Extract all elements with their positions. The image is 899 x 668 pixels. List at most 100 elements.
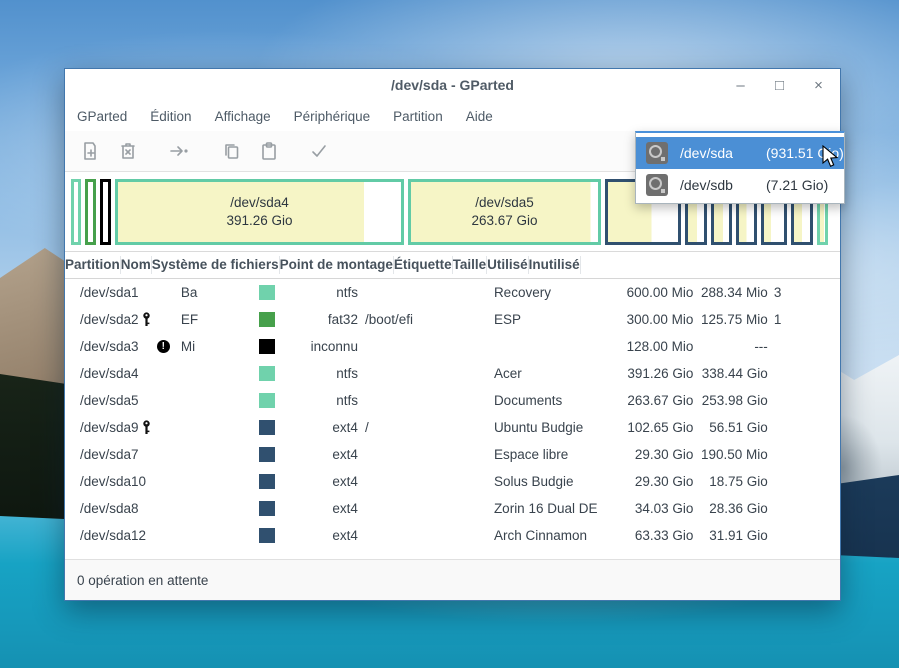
partition-used: 31.91 Gio: [693, 528, 767, 543]
table-row[interactable]: /dev/sda2 ! EF fat32: [65, 306, 840, 333]
column-header: Partition: [65, 256, 121, 274]
device-path: /dev/sdb: [680, 177, 766, 193]
menu-item[interactable]: GParted: [77, 109, 127, 124]
filesystem-type: fat32: [219, 312, 361, 327]
filesystem-type: inconnu: [219, 339, 361, 354]
partition-unused: 1: [768, 312, 840, 327]
partition-unused: 3: [768, 285, 840, 300]
partition-used: 190.50 Mio: [693, 447, 767, 462]
partition-used: 253.98 Gio: [693, 393, 767, 408]
table-row[interactable]: /dev/sda7 ! ext4: [65, 441, 840, 468]
disk-segment[interactable]: [100, 179, 111, 245]
column-header: Inutilisé: [529, 256, 581, 274]
column-header: Taille: [453, 256, 488, 274]
disk-segment[interactable]: [71, 179, 81, 245]
filesystem-type: ntfs: [219, 366, 361, 381]
device-item[interactable]: /dev/sdb (7.21 Gio): [636, 169, 844, 201]
filesystem-color-swatch: [259, 420, 275, 435]
mouse-cursor: [822, 145, 840, 174]
filesystem-type: ext4: [219, 474, 361, 489]
copy-icon[interactable]: [220, 139, 244, 163]
partition-name: /dev/sda2: [80, 312, 139, 327]
menu-item[interactable]: Périphérique: [294, 109, 371, 124]
partition-used: 28.36 Gio: [693, 501, 767, 516]
mount-point: /boot/efi: [361, 312, 490, 327]
partition-name: /dev/sda1: [80, 285, 139, 300]
delete-partition-icon[interactable]: [116, 139, 140, 163]
filesystem-color-swatch: [259, 447, 275, 462]
titlebar[interactable]: /dev/sda - GParted – □ ×: [65, 69, 840, 101]
filesystem-type: ext4: [219, 501, 361, 516]
partition-size: 29.30 Gio: [615, 474, 693, 489]
partition-size: 128.00 Mio: [615, 339, 693, 354]
warning-icon: !: [156, 339, 171, 354]
partition-label: Ubuntu Budgie: [490, 420, 615, 435]
partition-name: /dev/sda8: [80, 501, 139, 516]
mounted-key-icon: [139, 312, 154, 327]
filesystem-color-swatch: [259, 501, 275, 516]
close-button[interactable]: ×: [811, 78, 826, 93]
table-header: Partition Nom Système de fichiers Point …: [65, 252, 840, 279]
partition-label-short: Ba: [173, 285, 220, 300]
table-row[interactable]: /dev/sda5 ! ntfs: [65, 387, 840, 414]
partition-label: Espace libre: [490, 447, 615, 462]
partition-label: Recovery: [490, 285, 615, 300]
partition-name: /dev/sda12: [80, 528, 146, 543]
table-row[interactable]: /dev/sda12 ! ext4: [65, 522, 840, 549]
table-row[interactable]: /dev/sda8 ! ext4: [65, 495, 840, 522]
filesystem-color-swatch: [259, 285, 275, 300]
segment-partition-label: /dev/sda5: [475, 195, 534, 210]
pending-operations-text: 0 opération en attente: [77, 573, 208, 588]
column-header: Point de montage: [280, 256, 394, 274]
maximize-button[interactable]: □: [772, 78, 787, 93]
minimize-button[interactable]: –: [733, 78, 748, 93]
partition-label: Solus Budgie: [490, 474, 615, 489]
partition-label: Acer: [490, 366, 615, 381]
partition-name: /dev/sda7: [80, 447, 139, 462]
filesystem-color-swatch: [259, 393, 275, 408]
table-row[interactable]: /dev/sda4 ! ntfs: [65, 360, 840, 387]
column-header: Étiquette: [394, 256, 453, 274]
partition-used: 338.44 Gio: [693, 366, 767, 381]
disk-segment[interactable]: /dev/sda4 391.26 Gio: [115, 179, 404, 245]
filesystem-type: ext4: [219, 528, 361, 543]
table-row[interactable]: /dev/sda10 ! ext4: [65, 468, 840, 495]
resize-move-icon[interactable]: [167, 139, 191, 163]
partition-size: 29.30 Gio: [615, 447, 693, 462]
new-partition-icon[interactable]: [78, 139, 102, 163]
partition-size: 263.67 Gio: [615, 393, 693, 408]
partition-size: 300.00 Mio: [615, 312, 693, 327]
filesystem-color-swatch: [259, 366, 275, 381]
partition-size: 102.65 Gio: [615, 420, 693, 435]
device-item[interactable]: /dev/sda (931.51 Gio): [636, 137, 844, 169]
column-header: Système de fichiers: [152, 256, 280, 274]
filesystem-type: ntfs: [219, 285, 361, 300]
mounted-key-icon: [139, 420, 154, 435]
partition-name: /dev/sda9: [80, 420, 139, 435]
partition-label-short: Mi: [173, 339, 220, 354]
device-path: /dev/sda: [680, 145, 766, 161]
partition-name: /dev/sda5: [80, 393, 139, 408]
partition-label-short: EF: [173, 312, 220, 327]
table-row[interactable]: /dev/sda9 ! ext4: [65, 414, 840, 441]
partition-size: 600.00 Mio: [615, 285, 693, 300]
partition-used: 288.34 Mio: [693, 285, 767, 300]
menu-item[interactable]: Aide: [466, 109, 493, 124]
window-title: /dev/sda - GParted: [65, 77, 840, 93]
table-row[interactable]: /dev/sda3 ! Mi inconnu: [65, 333, 840, 360]
menu-item[interactable]: Édition: [150, 109, 191, 124]
partition-table: Partition Nom Système de fichiers Point …: [65, 252, 840, 561]
disk-segment[interactable]: /dev/sda5 263.67 Gio: [408, 179, 601, 245]
mount-point: /: [361, 420, 490, 435]
apply-operations-icon[interactable]: [307, 139, 331, 163]
harddisk-icon: [646, 142, 668, 164]
partition-used: 125.75 Mio: [693, 312, 767, 327]
menu-item[interactable]: Partition: [393, 109, 443, 124]
menu-item[interactable]: Affichage: [215, 109, 271, 124]
disk-segment[interactable]: [85, 179, 96, 245]
paste-icon[interactable]: [257, 139, 281, 163]
filesystem-color-swatch: [259, 474, 275, 489]
table-row[interactable]: /dev/sda1 ! Ba ntfs: [65, 279, 840, 306]
partition-size: 63.33 Gio: [615, 528, 693, 543]
segment-partition-label: /dev/sda4: [230, 195, 289, 210]
